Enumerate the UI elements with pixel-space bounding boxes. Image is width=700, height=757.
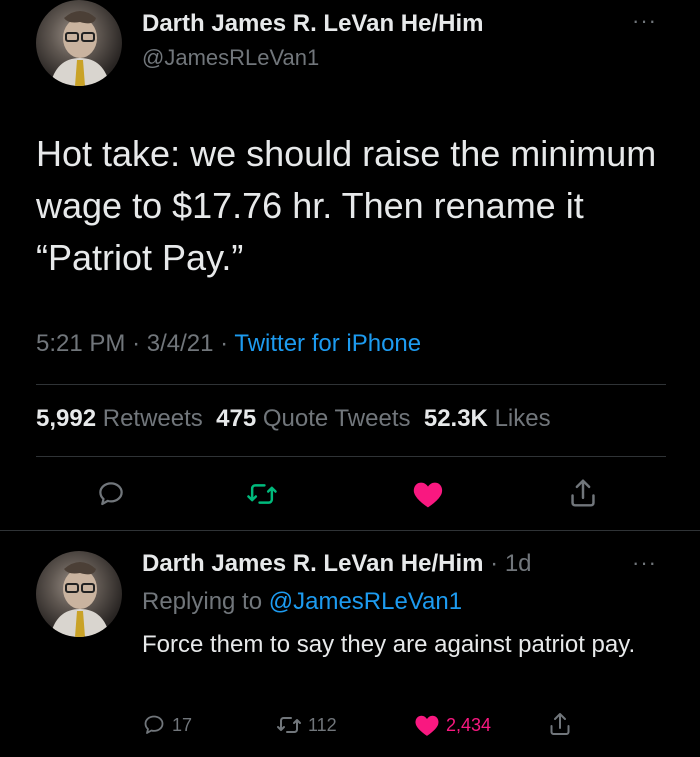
divider [36, 456, 666, 457]
quotes-count: 475 [216, 405, 257, 432]
meta-separator: · [132, 330, 141, 357]
author-handle[interactable]: @JamesRLeVan1 [142, 45, 319, 71]
share-button[interactable] [548, 711, 572, 737]
author-name[interactable]: Darth James R. LeVan He/Him [142, 550, 483, 577]
reply-age[interactable]: 1d [505, 550, 532, 577]
reply-icon [144, 715, 164, 734]
avatar-image [50, 11, 110, 86]
meta-separator: · [220, 330, 229, 357]
share-icon [571, 479, 595, 507]
like-button[interactable]: 2,434 [414, 713, 491, 737]
more-options-icon[interactable]: ··· [632, 550, 657, 576]
divider [36, 384, 666, 385]
reply-icon [99, 482, 123, 506]
retweet-count: 112 [308, 714, 337, 735]
retweet-button[interactable]: 112 [276, 713, 337, 737]
heart-icon [413, 482, 443, 508]
reply-count: 17 [172, 714, 193, 735]
replying-handle[interactable]: @JamesRLeVan1 [269, 588, 462, 615]
tweet-client[interactable]: Twitter for iPhone [234, 330, 421, 357]
author-name[interactable]: Darth James R. LeVan He/Him [142, 10, 483, 38]
author-avatar[interactable] [36, 551, 122, 637]
tweet-date[interactable]: 3/4/21 [147, 330, 214, 357]
share-icon [550, 713, 570, 735]
likes-count: 52.3K [423, 405, 488, 432]
tweet-stats: 5,992 Retweets 475 Quote Tweets 52.3K Li… [36, 405, 551, 433]
heart-icon [415, 715, 439, 736]
retweets-count: 5,992 [36, 405, 97, 432]
like-count: 2,434 [446, 714, 492, 735]
author-avatar[interactable] [36, 0, 122, 86]
divider [0, 530, 700, 531]
tweet-meta: 5:21 PM · 3/4/21 · Twitter for iPhone [36, 330, 421, 358]
more-options-icon[interactable]: ··· [632, 8, 657, 34]
meta-separator: · [490, 550, 499, 577]
likes-stat[interactable]: 52.3K Likes [424, 405, 551, 432]
likes-label: Likes [494, 405, 551, 432]
tweet-text: Hot take: we should raise the minimum wa… [36, 133, 657, 278]
retweets-label: Retweets [102, 405, 203, 432]
reply-button[interactable]: 17 [142, 713, 192, 737]
reply-author-line: Darth James R. LeVan He/Him · 1d [142, 550, 532, 578]
retweets-stat[interactable]: 5,992 Retweets [36, 405, 203, 432]
reply-button[interactable] [96, 479, 126, 509]
replying-label: Replying to [142, 588, 263, 615]
share-button[interactable] [568, 477, 598, 509]
tweet-time[interactable]: 5:21 PM [36, 330, 125, 357]
reply-text: Force them to say they are against patri… [142, 631, 636, 658]
quotes-label: Quote Tweets [262, 405, 411, 432]
avatar-image [50, 562, 110, 637]
like-button[interactable] [412, 479, 444, 509]
quotes-stat[interactable]: 475 Quote Tweets [216, 405, 410, 432]
retweet-icon [277, 717, 301, 733]
retweet-button[interactable] [246, 479, 278, 509]
replying-to: Replying to @JamesRLeVan1 [142, 588, 462, 616]
retweet-icon [247, 484, 277, 504]
